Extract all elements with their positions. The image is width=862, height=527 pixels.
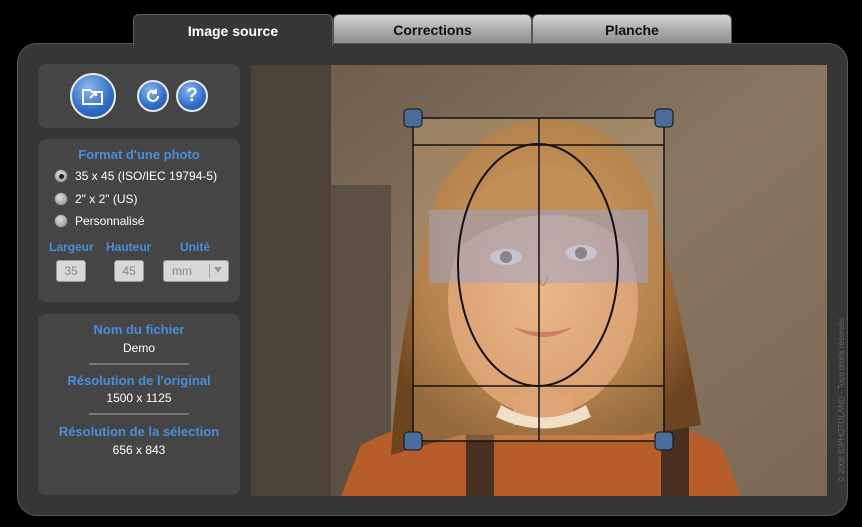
radio-us[interactable] [54,192,68,206]
unit-select-divider [209,264,210,278]
unit-select-value: mm [172,264,192,278]
filename-value: Demo [122,341,155,355]
unit-select[interactable]: mm [163,260,229,282]
format-option-us[interactable]: 2" x 2" (US) [54,192,138,206]
width-label: Largeur [49,240,94,254]
filename-title: Nom du fichier [93,322,185,337]
orig-res-title: Résolution de l'original [67,373,211,388]
format-option-custom[interactable]: Personnalisé [54,214,144,228]
help-icon: ? [186,85,198,106]
rotate-icon [147,89,159,102]
height-field[interactable]: 45 [114,260,144,282]
open-image-button[interactable] [70,73,116,119]
open-folder-icon [82,89,103,105]
divider [89,363,189,365]
photo-canvas[interactable] [251,65,827,496]
copyright-text: © 2008 IDPHOTOLAND - Tous droits réservé… [837,317,846,482]
tab-planche[interactable]: Planche [532,14,732,44]
unit-label: Unité [180,240,210,254]
tab-corrections[interactable]: Corrections [333,14,532,44]
format-option-label: 35 x 45 (ISO/IEC 19794-5) [75,169,218,183]
format-option-label: 2" x 2" (US) [75,192,138,206]
radio-iso[interactable] [54,169,68,183]
format-title: Format d'une photo [78,147,200,162]
chevron-down-icon [214,267,222,273]
rotate-button[interactable] [137,80,169,112]
tab-image-source[interactable]: Image source [133,14,333,46]
divider [89,413,189,415]
width-field[interactable]: 35 [56,260,86,282]
crop-overlay[interactable] [251,65,827,496]
orig-res-value: 1500 x 1125 [106,391,172,405]
height-label: Hauteur [106,240,152,254]
format-option-label: Personnalisé [75,214,145,228]
help-button[interactable]: ? [176,80,208,112]
sel-res-title: Résolution de la sélection [58,424,220,439]
format-option-iso[interactable]: 35 x 45 (ISO/IEC 19794-5) [54,169,217,183]
sel-res-value: 656 x 843 [112,443,166,457]
radio-custom[interactable] [54,214,68,228]
